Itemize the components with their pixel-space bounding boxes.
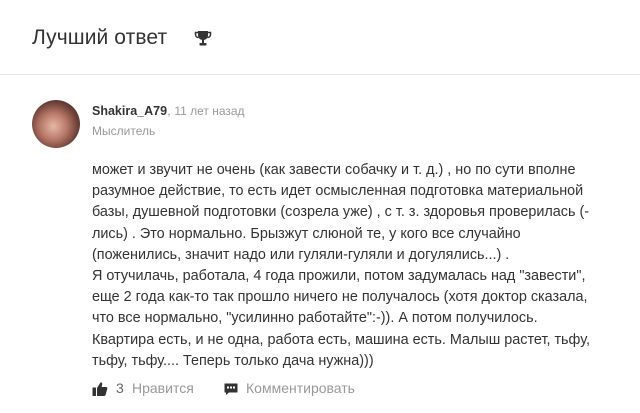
answer-line: разумное действие, то есть идет осмыслен… — [92, 183, 584, 200]
comment-button[interactable]: Комментировать — [246, 380, 355, 396]
post-time: 11 лет назад — [174, 104, 245, 118]
answer-line: лись) . Это нормально. Брызжут слюной те… — [92, 225, 521, 242]
answer-line: еще 2 года как-то так прошло ничего не п… — [92, 289, 588, 306]
author-separator: , — [167, 103, 171, 118]
answer-line: Я отучилачь, работала, 4 года прожили, п… — [92, 268, 586, 285]
page-title: Лучший ответ — [32, 26, 168, 49]
like-button[interactable]: Нравится — [132, 380, 194, 396]
best-answer-header: Лучший ответ — [0, 0, 640, 75]
answer-line: (поженились, значит надо или гуляли-гуля… — [92, 246, 510, 263]
avatar[interactable] — [32, 100, 80, 148]
author-line: Shakira_A79, 11 лет назад — [92, 103, 245, 118]
answer-line: базы, душевной подготовки (созрела уже) … — [92, 204, 590, 221]
author-name[interactable]: Shakira_A79 — [92, 104, 167, 118]
comment-icon[interactable] — [224, 382, 238, 396]
answer-line: Квартира есть, и не одна, работа есть, м… — [92, 331, 590, 348]
thumbs-up-icon[interactable] — [92, 381, 108, 397]
answer-line: тьфу, тьфу.... Теперь только дача нужна)… — [92, 352, 374, 369]
like-count: 3 — [116, 380, 124, 396]
answer-line: может и звучит не очень (как завести соб… — [92, 162, 576, 178]
author-rank: Мыслитель — [92, 124, 156, 138]
trophy-icon — [194, 31, 212, 46]
answer-text: может и звучит не очень (как завести соб… — [92, 160, 620, 372]
answer-line: что все нормально, "усилинно работайте":… — [92, 310, 538, 327]
